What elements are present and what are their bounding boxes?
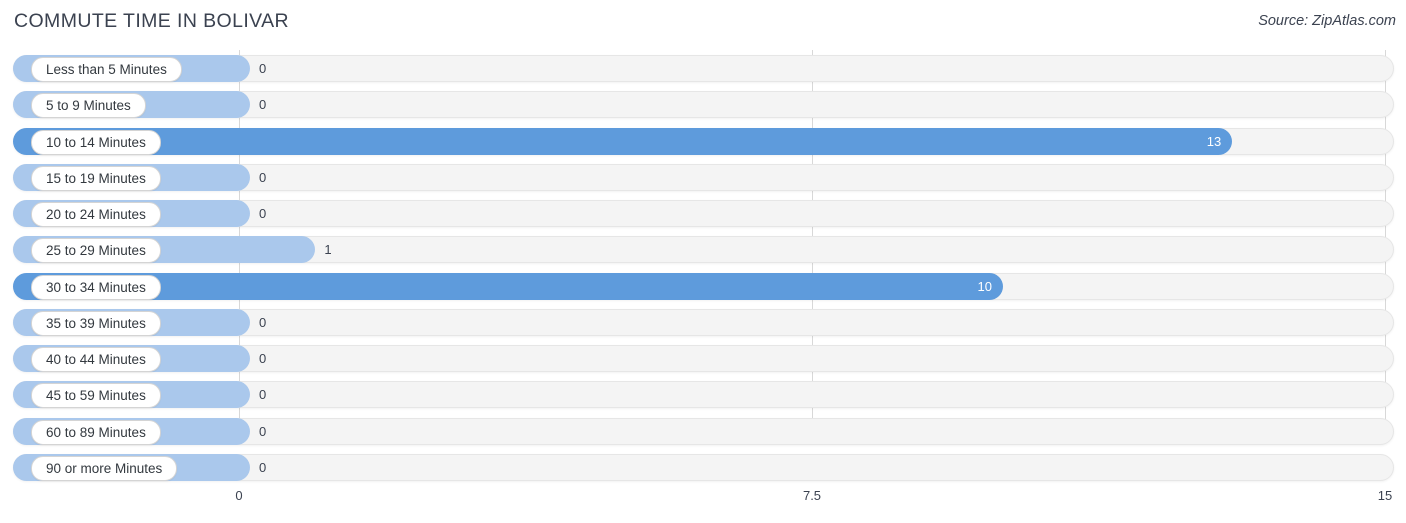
category-label: 10 to 14 Minutes bbox=[31, 129, 161, 155]
category-label: 15 to 19 Minutes bbox=[31, 165, 161, 191]
bar-value-label: 10 bbox=[977, 278, 992, 294]
chart-bar-row[interactable]: 13 10 to 14 Minutes bbox=[13, 127, 1394, 155]
chart-bar-row[interactable]: 0 40 to 44 Minutes bbox=[13, 345, 1394, 373]
chart-bar-row[interactable]: 0 90 or more Minutes bbox=[13, 453, 1394, 481]
category-label: 45 to 59 Minutes bbox=[31, 383, 161, 409]
chart-plot-area: 0 Less than 5 Minutes 0 5 to 9 Minutes 13 10 … bbox=[0, 50, 1406, 485]
source-attribution: Source: ZipAtlas.com bbox=[1258, 13, 1396, 29]
bar-value-label: 0 bbox=[259, 351, 267, 367]
bar-value-label: 1 bbox=[324, 242, 332, 258]
chart-bar: 13 bbox=[13, 127, 1233, 155]
category-label: 5 to 9 Minutes bbox=[31, 93, 146, 119]
chart-bar-row[interactable]: 0 5 to 9 Minutes bbox=[13, 91, 1394, 119]
chart-bar-row[interactable]: 1 25 to 29 Minutes bbox=[13, 236, 1394, 264]
category-label: 35 to 39 Minutes bbox=[31, 310, 161, 336]
bar-value-label: 0 bbox=[259, 169, 267, 185]
category-label: 20 to 24 Minutes bbox=[31, 202, 161, 228]
bar-value-label: 0 bbox=[259, 387, 267, 403]
bar-value-label: 13 bbox=[1206, 133, 1222, 149]
bar-value-label: 0 bbox=[259, 206, 267, 222]
bar-value-label: 0 bbox=[259, 459, 267, 475]
bar-value-label: 0 bbox=[259, 314, 267, 330]
chart-bar-row[interactable]: 10 30 to 34 Minutes bbox=[13, 272, 1394, 300]
category-label: 25 to 29 Minutes bbox=[31, 238, 161, 264]
page-title: COMMUTE TIME IN BOLIVAR bbox=[14, 10, 290, 32]
chart-bar-row[interactable]: 0 20 to 24 Minutes bbox=[13, 200, 1394, 228]
x-axis-tick-label: 0 bbox=[235, 488, 243, 503]
chart-bar-row[interactable]: 0 15 to 19 Minutes bbox=[13, 163, 1394, 191]
bar-value-label: 0 bbox=[259, 423, 267, 439]
category-label: 90 or more Minutes bbox=[31, 455, 178, 481]
bar-value-label: 0 bbox=[259, 61, 267, 76]
category-label: 40 to 44 Minutes bbox=[31, 347, 161, 373]
chart-bar-row[interactable]: 0 45 to 59 Minutes bbox=[13, 381, 1394, 409]
chart-bar-row[interactable]: 0 60 to 89 Minutes bbox=[13, 417, 1394, 445]
chart-bar: 10 bbox=[13, 272, 1003, 300]
chart-bar-row[interactable]: 0 35 to 39 Minutes bbox=[13, 308, 1394, 336]
category-label: 60 to 89 Minutes bbox=[31, 419, 161, 445]
x-axis-tick-label: 15 bbox=[1377, 488, 1393, 503]
chart-bar-row[interactable]: 0 Less than 5 Minutes bbox=[13, 55, 1394, 82]
x-axis: 0 7.5 15 bbox=[0, 485, 1406, 515]
bar-value-label: 0 bbox=[259, 97, 267, 113]
category-label: Less than 5 Minutes bbox=[31, 57, 182, 82]
category-label: 30 to 34 Minutes bbox=[31, 274, 161, 300]
x-axis-tick-label: 7.5 bbox=[802, 488, 822, 503]
